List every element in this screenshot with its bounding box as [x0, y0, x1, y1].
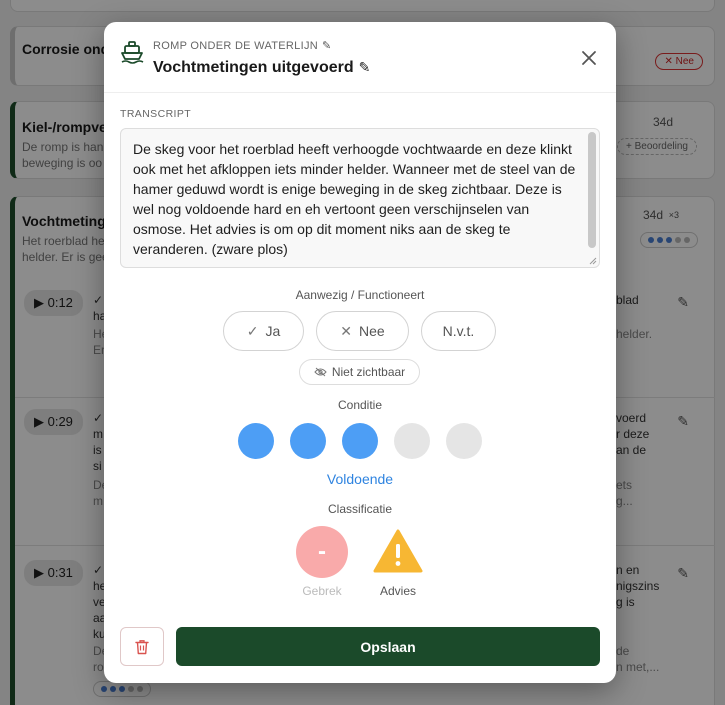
transcript-text[interactable]: De skeg voor het roerblad heeft verhoogd…: [133, 139, 578, 259]
choice-na-button[interactable]: N.v.t.: [421, 311, 496, 351]
title-text: Vochtmetingen uitgevoerd: [153, 59, 354, 76]
choice-label: N.v.t.: [442, 323, 475, 339]
check-icon: ✓: [246, 322, 259, 339]
not-visible-label: Niet zichtbaar: [331, 365, 406, 379]
condition-dot-3[interactable]: [342, 423, 378, 459]
category-label[interactable]: ROMP ONDER DE WATERLIJN ✎: [153, 39, 332, 52]
defect-label: Gebrek: [302, 584, 342, 598]
classification-advice-button[interactable]: Advies: [368, 526, 428, 604]
delete-button[interactable]: [120, 627, 164, 666]
warning-icon: [373, 529, 423, 573]
edit-observation-modal: ROMP ONDER DE WATERLIJN ✎ Vochtmetingen u…: [104, 22, 616, 683]
classification-label: Classificatie: [327, 502, 393, 516]
save-button[interactable]: Opslaan: [176, 627, 600, 666]
ship-icon: [121, 41, 144, 64]
condition-dot-2[interactable]: [290, 423, 326, 459]
eye-off-icon: [314, 367, 327, 377]
condition-dot-5[interactable]: [446, 423, 482, 459]
condition-dot-1[interactable]: [238, 423, 274, 459]
presence-label: Aanwezig / Functioneert: [295, 288, 425, 302]
modal-header: ROMP ONDER DE WATERLIJN ✎ Vochtmetingen u…: [104, 22, 616, 93]
category-text: ROMP ONDER DE WATERLIJN: [153, 40, 318, 52]
choice-yes-button[interactable]: ✓ Ja: [223, 311, 304, 351]
scrollbar[interactable]: [588, 132, 596, 248]
defect-icon: -: [296, 526, 348, 578]
not-visible-button[interactable]: Niet zichtbaar: [299, 359, 420, 385]
choice-label: Nee: [359, 323, 385, 339]
modal-title[interactable]: Vochtmetingen uitgevoerd ✎: [153, 59, 370, 77]
trash-icon: [135, 639, 149, 654]
resize-handle-icon[interactable]: [587, 255, 597, 265]
close-icon[interactable]: [578, 47, 600, 69]
presence-choices: ✓ Ja ✕ Nee N.v.t.: [104, 311, 616, 351]
condition-value: Voldoende: [326, 471, 394, 487]
x-icon: ✕: [340, 322, 353, 339]
condition-label: Conditie: [337, 398, 383, 412]
condition-dot-4[interactable]: [394, 423, 430, 459]
pencil-icon[interactable]: ✎: [322, 40, 332, 52]
advice-label: Advies: [379, 584, 417, 598]
transcript-textarea[interactable]: De skeg voor het roerblad heeft verhoogd…: [120, 128, 600, 268]
choice-no-button[interactable]: ✕ Nee: [316, 311, 409, 351]
transcript-label: TRANSCRIPT: [120, 108, 192, 120]
choice-label: Ja: [265, 323, 281, 339]
classification-defect-button[interactable]: - Gebrek: [292, 526, 352, 604]
pencil-icon[interactable]: ✎: [359, 59, 371, 75]
